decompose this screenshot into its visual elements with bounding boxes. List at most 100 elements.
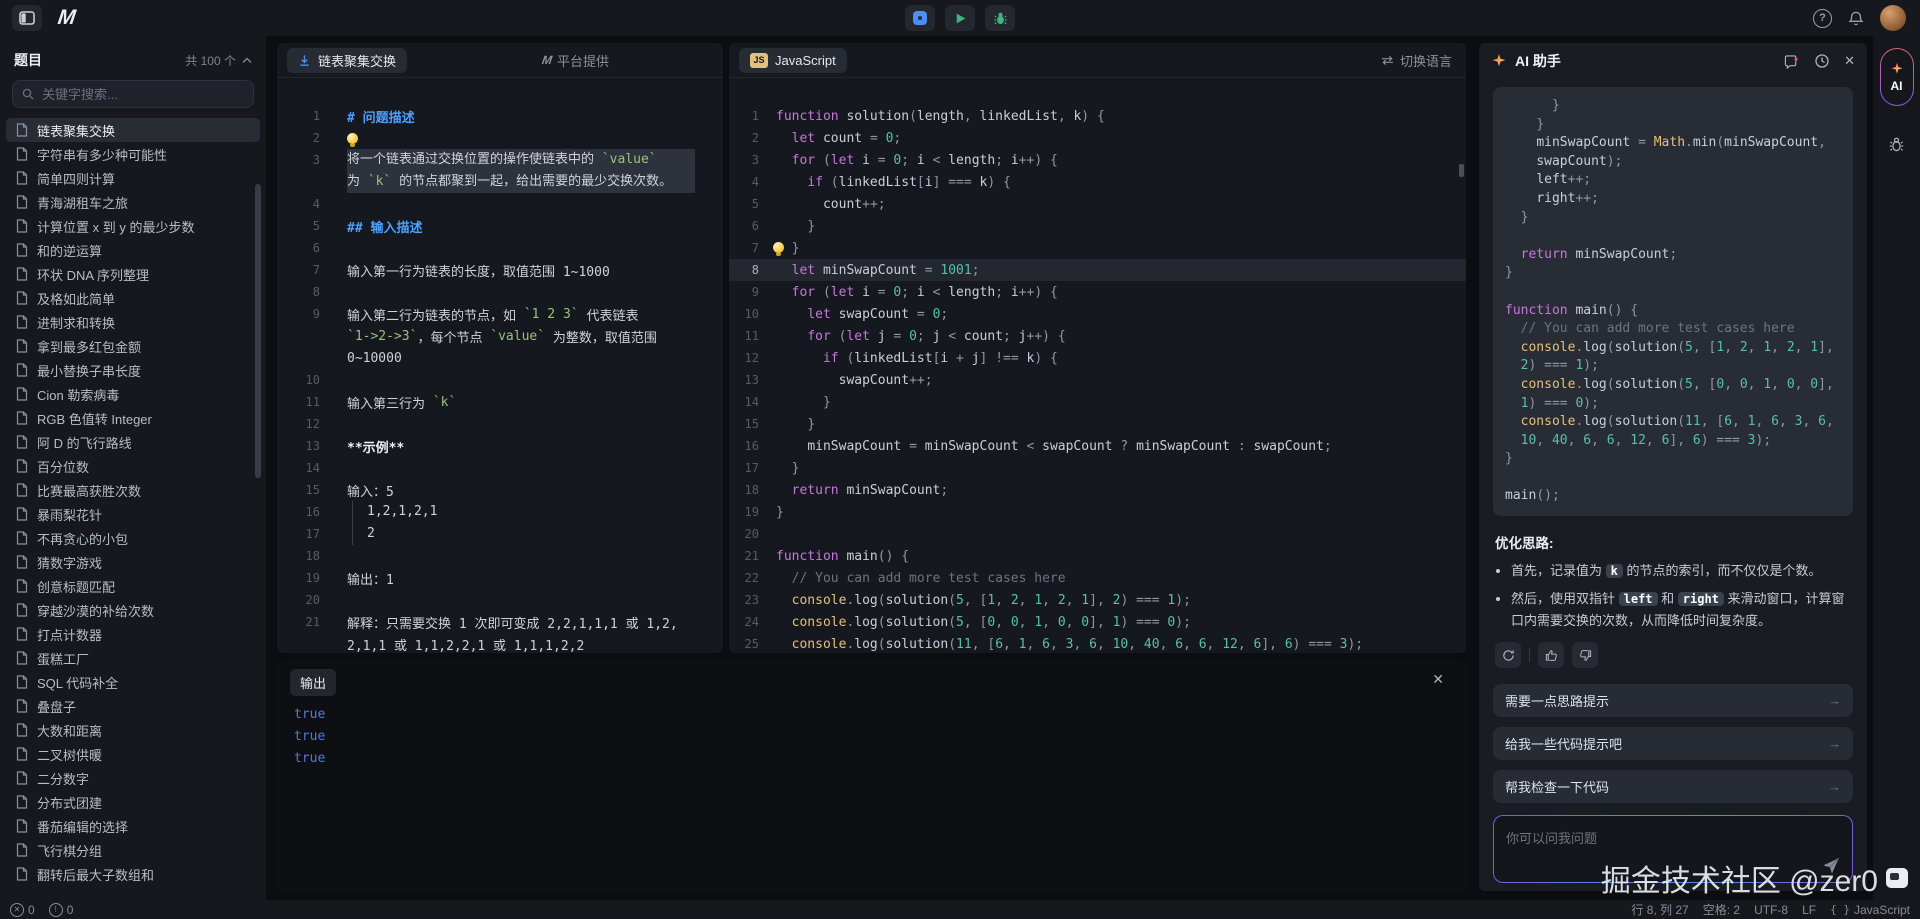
- ai-quick-prompt-button[interactable]: 需要一点思路提示→: [1493, 684, 1853, 717]
- sidebar-item[interactable]: 二分数字: [6, 766, 260, 790]
- sidebar-item[interactable]: 和的逆运算: [6, 238, 260, 262]
- switch-language-button[interactable]: 切换语言: [1400, 51, 1452, 70]
- chevron-up-icon[interactable]: [242, 57, 252, 64]
- sidebar-item[interactable]: 大数和距离: [6, 718, 260, 742]
- code-line[interactable]: 11 for (let j = 0; j < count; j++) {: [729, 325, 1466, 347]
- new-chat-icon[interactable]: [1784, 54, 1800, 69]
- code-line[interactable]: 8 let minSwapCount = 1001;: [729, 259, 1466, 281]
- code-line[interactable]: 6 }: [729, 215, 1466, 237]
- toggle-sidebar-button[interactable]: [12, 5, 42, 31]
- sidebar-item[interactable]: 字符串有多少种可能性: [6, 142, 260, 166]
- code-line[interactable]: 7 }: [729, 237, 1466, 259]
- editor-scrollbar[interactable]: [1459, 164, 1464, 177]
- sidebar-item[interactable]: 简单四则计算: [6, 166, 260, 190]
- code-editor[interactable]: 1function solution(length, linkedList, k…: [729, 78, 1466, 655]
- sidebar-scrollbar[interactable]: [255, 184, 261, 478]
- code-line[interactable]: 17 }: [729, 457, 1466, 479]
- sidebar-item[interactable]: Cion 勒索病毒: [6, 382, 260, 406]
- sidebar-item[interactable]: 猜数字游戏: [6, 550, 260, 574]
- search-box[interactable]: [12, 80, 254, 108]
- sidebar-item[interactable]: 最小替换子串长度: [6, 358, 260, 382]
- code-action-lightbulb-icon[interactable]: [773, 242, 784, 253]
- history-icon[interactable]: [1814, 53, 1830, 69]
- eol[interactable]: LF: [1802, 903, 1816, 917]
- code-line[interactable]: 22 // You can add more test cases here: [729, 567, 1466, 589]
- sidebar-item[interactable]: 叠盘子: [6, 694, 260, 718]
- output-tab[interactable]: 输出: [290, 669, 336, 696]
- code-line[interactable]: 23 console.log(solution(5, [1, 2, 1, 2, …: [729, 589, 1466, 611]
- sidebar-item[interactable]: RGB 色值转 Integer: [6, 406, 260, 430]
- output-close-icon[interactable]: ✕: [1432, 671, 1444, 688]
- ai-quick-prompt-button[interactable]: 给我一些代码提示吧→: [1493, 727, 1853, 760]
- sidebar-item[interactable]: 青海湖租车之旅: [6, 190, 260, 214]
- regenerate-button[interactable]: [1495, 642, 1521, 668]
- ai-quick-prompt-button[interactable]: 帮我检查一下代码→: [1493, 770, 1853, 803]
- problem-sidebar: 题目 共 100 个 链表聚集交换字符串有多少种可能性简单四则计算青海湖租车之旅…: [0, 36, 266, 900]
- code-line[interactable]: 18 return minSwapCount;: [729, 479, 1466, 501]
- sidebar-item[interactable]: 二叉树供暖: [6, 742, 260, 766]
- user-avatar[interactable]: [1880, 5, 1906, 31]
- errors-indicator[interactable]: ✕ 0: [10, 903, 35, 917]
- encoding[interactable]: UTF-8: [1754, 903, 1788, 917]
- code-line[interactable]: 19}: [729, 501, 1466, 523]
- debug-rail-button[interactable]: [1887, 136, 1907, 153]
- send-icon[interactable]: [1820, 854, 1842, 876]
- code-line[interactable]: 5 count++;: [729, 193, 1466, 215]
- code-line[interactable]: 2 let count = 0;: [729, 127, 1466, 149]
- sidebar-item[interactable]: 计算位置 x 到 y 的最少步数: [6, 214, 260, 238]
- code-line[interactable]: 4 if (linkedList[i] === k) {: [729, 171, 1466, 193]
- ai-input-field[interactable]: [1494, 816, 1852, 882]
- sidebar-item[interactable]: 飞行棋分组: [6, 838, 260, 862]
- code-line[interactable]: 14 }: [729, 391, 1466, 413]
- code-line[interactable]: 1function solution(length, linkedList, k…: [729, 105, 1466, 127]
- code-line[interactable]: 3 for (let i = 0; i < length; i++) {: [729, 149, 1466, 171]
- code-line[interactable]: 12 if (linkedList[i + j] !== k) {: [729, 347, 1466, 369]
- notifications-bell-icon[interactable]: [1848, 10, 1864, 27]
- sidebar-item[interactable]: 蛋糕工厂: [6, 646, 260, 670]
- sidebar-item[interactable]: 拿到最多红包金额: [6, 334, 260, 358]
- sidebar-item[interactable]: 番茄编辑的选择: [6, 814, 260, 838]
- code-line[interactable]: 15 }: [729, 413, 1466, 435]
- sidebar-item[interactable]: 打点计数器: [6, 622, 260, 646]
- code-line[interactable]: 24 console.log(solution(5, [0, 0, 1, 0, …: [729, 611, 1466, 633]
- sidebar-item[interactable]: 阿 D 的飞行路线: [6, 430, 260, 454]
- code-line[interactable]: 16 minSwapCount = minSwapCount < swapCou…: [729, 435, 1466, 457]
- sidebar-item[interactable]: 穿越沙漠的补给次数: [6, 598, 260, 622]
- indentation[interactable]: 空格: 2: [1703, 901, 1740, 918]
- warnings-indicator[interactable]: ! 0: [49, 903, 74, 917]
- sidebar-item[interactable]: 翻转后最大子数组和: [6, 862, 260, 886]
- sidebar-item[interactable]: 创意标题匹配: [6, 574, 260, 598]
- sidebar-item[interactable]: 百分位数: [6, 454, 260, 478]
- stop-button[interactable]: [905, 5, 935, 31]
- thumbs-down-button[interactable]: [1572, 642, 1598, 668]
- code-line[interactable]: 10 let swapCount = 0;: [729, 303, 1466, 325]
- sidebar-item-label: 链表聚集交换: [37, 121, 115, 140]
- sidebar-item[interactable]: 比赛最高获胜次数: [6, 478, 260, 502]
- sidebar-item[interactable]: 链表聚集交换: [6, 118, 260, 142]
- editor-language-tab[interactable]: JS JavaScript: [739, 48, 847, 73]
- sidebar-item[interactable]: 暴雨梨花针: [6, 502, 260, 526]
- thumbs-up-button[interactable]: [1538, 642, 1564, 668]
- help-icon[interactable]: ?: [1813, 9, 1832, 28]
- code-line[interactable]: 13 swapCount++;: [729, 369, 1466, 391]
- sidebar-item-label: 大数和距离: [37, 721, 102, 740]
- sidebar-item[interactable]: 环状 DNA 序列整理: [6, 262, 260, 286]
- language-mode[interactable]: { } JavaScript: [1830, 903, 1910, 917]
- problem-tab[interactable]: 链表聚集交换: [287, 48, 407, 73]
- code-line[interactable]: 25 console.log(solution(11, [6, 1, 6, 3,…: [729, 633, 1466, 655]
- ai-rail-button[interactable]: AI: [1880, 48, 1914, 106]
- run-button[interactable]: [945, 5, 975, 31]
- code-line[interactable]: 21function main() {: [729, 545, 1466, 567]
- search-input[interactable]: [40, 86, 244, 103]
- debug-button[interactable]: [985, 5, 1015, 31]
- ai-close-icon[interactable]: ✕: [1844, 53, 1855, 69]
- code-line[interactable]: 20: [729, 523, 1466, 545]
- sidebar-item[interactable]: 不再贪心的小包: [6, 526, 260, 550]
- sidebar-item[interactable]: 进制求和转换: [6, 310, 260, 334]
- sidebar-item[interactable]: 分布式团建: [6, 790, 260, 814]
- ai-input-box[interactable]: [1493, 815, 1853, 883]
- code-line[interactable]: 9 for (let i = 0; i < length; i++) {: [729, 281, 1466, 303]
- sidebar-item[interactable]: 及格如此简单: [6, 286, 260, 310]
- sidebar-item[interactable]: SQL 代码补全: [6, 670, 260, 694]
- cursor-position[interactable]: 行 8, 列 27: [1631, 901, 1688, 918]
